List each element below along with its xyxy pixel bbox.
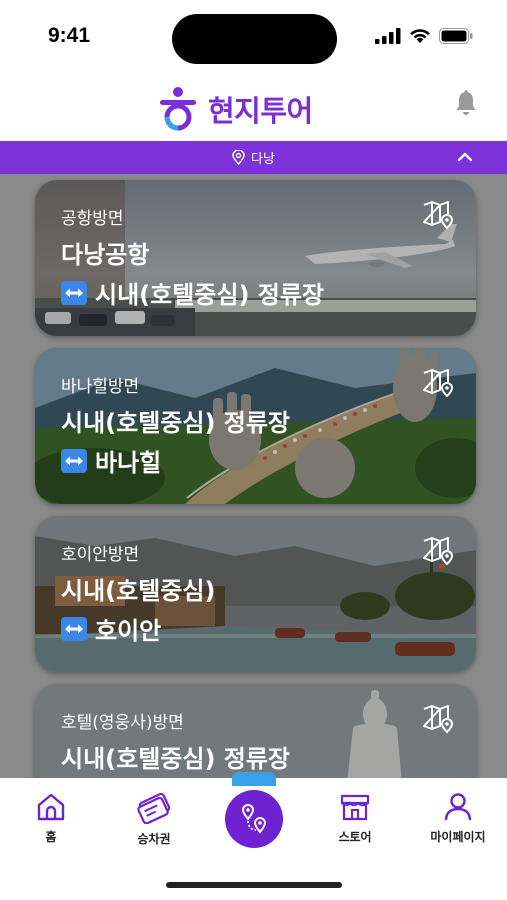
location-pin-icon — [232, 150, 245, 165]
bell-icon — [456, 90, 476, 115]
map-icon[interactable] — [422, 536, 454, 566]
route-card-hoian[interactable]: 호이안방면 시내(호텔중심) 호이안 — [35, 516, 476, 672]
route-origin: 다낭공항 — [61, 241, 150, 269]
app-logo: 현지투어 — [156, 86, 313, 132]
nav-home[interactable]: 홈 — [6, 792, 96, 845]
ticket-icon — [137, 792, 171, 824]
bidirectional-arrow-icon — [61, 280, 87, 305]
bidirectional-arrow-icon — [61, 448, 87, 473]
battery-icon — [439, 28, 473, 44]
location-selector[interactable]: 다낭 — [0, 141, 507, 174]
route-direction: 공항방면 — [61, 209, 124, 229]
route-direction: 호이안방면 — [61, 545, 140, 565]
nav-store-label: 스토어 — [338, 830, 372, 844]
bottom-nav: 홈 승차권 스토어 마이페이지 — [0, 772, 507, 900]
center-tab-indicator — [232, 772, 276, 786]
status-icons — [375, 28, 473, 44]
status-time: 9:41 — [48, 24, 91, 47]
route-origin: 시내(호텔중심) — [61, 577, 216, 605]
route-destination: 시내(호텔중심) 정류장 — [95, 281, 325, 309]
user-icon — [444, 793, 472, 821]
bidirectional-arrow-icon — [61, 616, 87, 641]
nav-mypage[interactable]: 마이페이지 — [413, 792, 503, 845]
route-destination: 바나힐 — [95, 449, 162, 477]
chevron-up-icon[interactable] — [457, 149, 473, 165]
nav-home-label: 홈 — [45, 830, 57, 844]
map-icon[interactable] — [422, 368, 454, 398]
route-list: 공항방면 다낭공항 시내(호텔중심) 정류장 바나힐방면 시내(호텔중심) 정류… — [0, 174, 507, 778]
route-origin: 시내(호텔중심) 정류장 — [61, 745, 291, 773]
map-icon[interactable] — [422, 200, 454, 230]
dynamic-island — [172, 14, 337, 64]
route-pins-icon — [241, 804, 267, 834]
map-icon[interactable] — [422, 704, 454, 734]
store-icon — [340, 794, 370, 821]
app-name: 현지투어 — [208, 94, 313, 128]
location-name: 다낭 — [251, 152, 275, 167]
route-card-airport[interactable]: 공항방면 다낭공항 시내(호텔중심) 정류장 — [35, 180, 476, 336]
nav-store[interactable]: 스토어 — [310, 792, 400, 845]
route-destination: 호이안 — [95, 617, 162, 645]
home-icon — [37, 793, 65, 821]
nav-ticket[interactable]: 승차권 — [109, 792, 199, 847]
logo-mark-icon — [160, 87, 196, 131]
route-map-button[interactable] — [225, 790, 283, 848]
route-direction: 호텔(영웅사)방면 — [61, 713, 184, 733]
app-header: 현지투어 — [0, 78, 507, 141]
status-bar: 9:41 — [0, 0, 507, 78]
route-card-banahills[interactable]: 바나힐방면 시내(호텔중심) 정류장 바나힐 — [35, 348, 476, 504]
nav-mypage-label: 마이페이지 — [430, 830, 486, 844]
route-origin: 시내(호텔중심) 정류장 — [61, 409, 291, 437]
notification-button[interactable] — [455, 90, 477, 120]
cellular-signal-icon — [375, 28, 401, 44]
route-direction: 바나힐방면 — [61, 377, 140, 397]
home-indicator — [166, 882, 342, 888]
wifi-icon — [410, 29, 430, 43]
route-card-hotel[interactable]: 호텔(영웅사)방면 시내(호텔중심) 정류장 — [35, 684, 476, 778]
nav-ticket-label: 승차권 — [137, 832, 171, 846]
